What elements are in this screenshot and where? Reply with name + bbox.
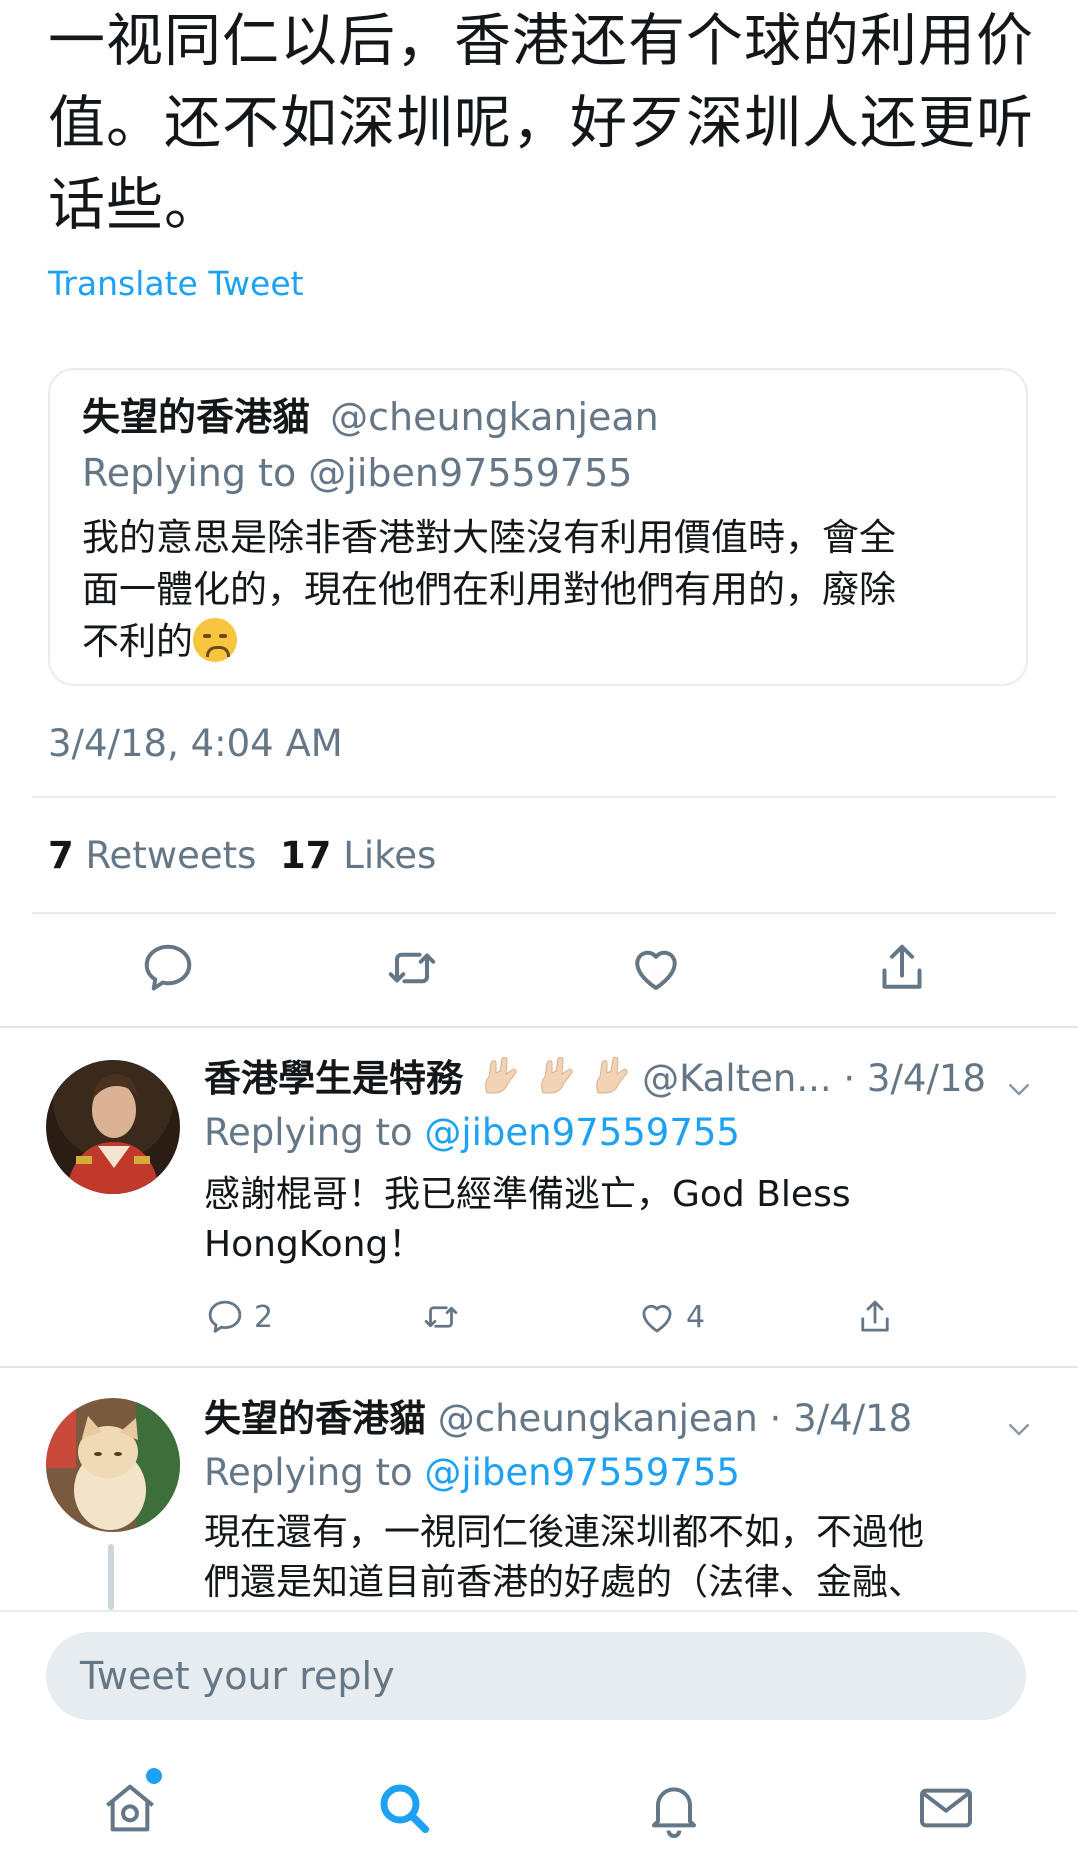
bottom-tab-bar [0, 1740, 1078, 1870]
reply-share-button[interactable] [854, 1292, 896, 1342]
likes-stat[interactable]: 17 Likes [280, 834, 436, 877]
quoted-author-handle: @cheungkanjean [330, 395, 659, 439]
reply-date: · 3/4/18 [843, 1057, 987, 1100]
reply-tweet[interactable]: 失望的香港貓 @cheungkanjean · 3/4/18 Replying … [0, 1366, 1078, 1610]
reply-reply-button[interactable]: 2 [204, 1292, 273, 1342]
tweet-action-bar [0, 938, 1078, 1008]
reply-date: · 3/4/18 [769, 1397, 913, 1440]
quoted-tweet-header: 失望的香港貓 @cheungkanjean [82, 394, 659, 440]
reply-replying-to: Replying to @jiben97559755 [204, 1110, 740, 1156]
mention-link[interactable]: @jiben97559755 [424, 1111, 740, 1154]
reply-icon[interactable] [138, 938, 198, 998]
notification-dot [146, 1768, 162, 1784]
replying-prefix: Replying to [204, 1111, 425, 1154]
quoted-author-name: 失望的香港貓 [82, 395, 311, 439]
retweets-label: Retweets [85, 834, 257, 877]
reply-icon [208, 1300, 242, 1333]
avatar[interactable] [46, 1060, 180, 1194]
tweet-text-line: 话些。 [48, 172, 222, 238]
reply-body: 感謝棍哥！我已經準備逃亡，God Bless HongKong！ [204, 1170, 1034, 1270]
quoted-body-line: 不利的 [82, 620, 193, 663]
reply-header: 香港學生是特務 @Kalten... · 3/4/18 [204, 1056, 986, 1102]
retweet-icon [424, 1306, 458, 1328]
reply-body-line: 們還是知道目前香港的好處的（法律、金融、 [204, 1562, 925, 1603]
reply-tweet[interactable]: 香港學生是特務 @Kalten... · 3/4/18 Replying to … [0, 1026, 1078, 1366]
reply-body-line: 現在還有，一視同仁後連深圳都不如，不過他 [204, 1512, 925, 1553]
reply-body-line: HongKong！ [204, 1224, 425, 1265]
divider [32, 912, 1056, 914]
reply-composer: Tweet your reply [0, 1610, 1078, 1740]
reply-like-button[interactable]: 4 [636, 1292, 705, 1342]
notifications-icon[interactable] [642, 1776, 706, 1840]
quoted-body-line: 面一體化的，現在他們在利用對他們有用的，廢除 [82, 568, 896, 611]
share-icon[interactable] [872, 938, 932, 998]
avatar[interactable] [46, 1398, 180, 1532]
like-icon [642, 1304, 672, 1333]
reply-input[interactable]: Tweet your reply [46, 1632, 1026, 1720]
home-icon[interactable] [98, 1768, 162, 1840]
translate-tweet-link[interactable]: Translate Tweet [48, 264, 304, 303]
quoted-body-line: 我的意思是除非香港對大陸沒有利用價值時，會全 [82, 516, 896, 559]
messages-icon[interactable] [914, 1776, 978, 1840]
reply-body: 現在還有，一視同仁後連深圳都不如，不過他 們還是知道目前香港的好處的（法律、金融… [204, 1508, 1034, 1608]
disappointed-face-icon [193, 618, 237, 662]
chevron-down-icon[interactable] [1004, 1414, 1034, 1444]
reply-retweet-button[interactable] [420, 1292, 462, 1342]
quoted-body-line-last: 不利的 [82, 616, 1002, 668]
retweets-stat[interactable]: 7 Retweets [48, 834, 256, 877]
retweet-icon[interactable] [382, 938, 442, 998]
tweet-text: 一视同仁以后，香港还有个球的利用价 值。还不如深圳呢，好歹深圳人还更听 话些。 [48, 0, 1048, 246]
quoted-tweet-card[interactable]: 失望的香港貓 @cheungkanjean Replying to @jiben… [48, 368, 1028, 686]
like-count: 4 [686, 1299, 706, 1335]
i-love-you-hand-icon [540, 1057, 573, 1094]
reply-author-name: 失望的香港貓 [204, 1397, 426, 1440]
reply-replying-to: Replying to @jiben97559755 [204, 1450, 740, 1496]
tweet-text-line: 值。还不如深圳呢，好歹深圳人还更听 [48, 90, 1034, 156]
replying-prefix: Replying to [204, 1451, 425, 1494]
likes-count: 17 [279, 834, 332, 877]
tweet-timestamp: 3/4/18, 4:04 AM [48, 722, 343, 765]
reply-header: 失望的香港貓 @cheungkanjean · 3/4/18 [204, 1396, 912, 1442]
reply-author-handle: @cheungkanjean [437, 1397, 758, 1440]
i-love-you-hand-icon [484, 1057, 517, 1094]
chevron-down-icon[interactable] [1004, 1074, 1034, 1104]
likes-label: Likes [343, 834, 437, 877]
quoted-tweet-body: 我的意思是除非香港對大陸沒有利用價值時，會全 面一體化的，現在他們在利用對他們有… [82, 512, 1002, 668]
reply-body-line: 感謝棍哥！我已經準備逃亡，God Bless [204, 1174, 851, 1215]
divider [32, 796, 1056, 798]
reply-author-handle: @Kalten... [642, 1057, 832, 1100]
search-icon[interactable] [372, 1776, 436, 1840]
mention-link[interactable]: @jiben97559755 [424, 1451, 740, 1494]
like-icon[interactable] [626, 938, 686, 998]
tweet-text-line: 一视同仁以后，香港还有个球的利用价 [48, 8, 1034, 74]
retweets-count: 7 [48, 834, 74, 877]
reply-author-name: 香港學生是特務 [204, 1057, 463, 1100]
share-icon [861, 1300, 889, 1332]
reply-placeholder: Tweet your reply [80, 1654, 395, 1698]
i-love-you-hand-icon [596, 1057, 628, 1094]
reply-count: 2 [254, 1299, 274, 1335]
reply-action-bar: 2 4 [204, 1292, 924, 1342]
tweet-stats: 7 Retweets 17 Likes [48, 834, 436, 877]
quoted-replying-to: Replying to @jiben97559755 [82, 451, 633, 495]
thread-line [108, 1544, 114, 1610]
